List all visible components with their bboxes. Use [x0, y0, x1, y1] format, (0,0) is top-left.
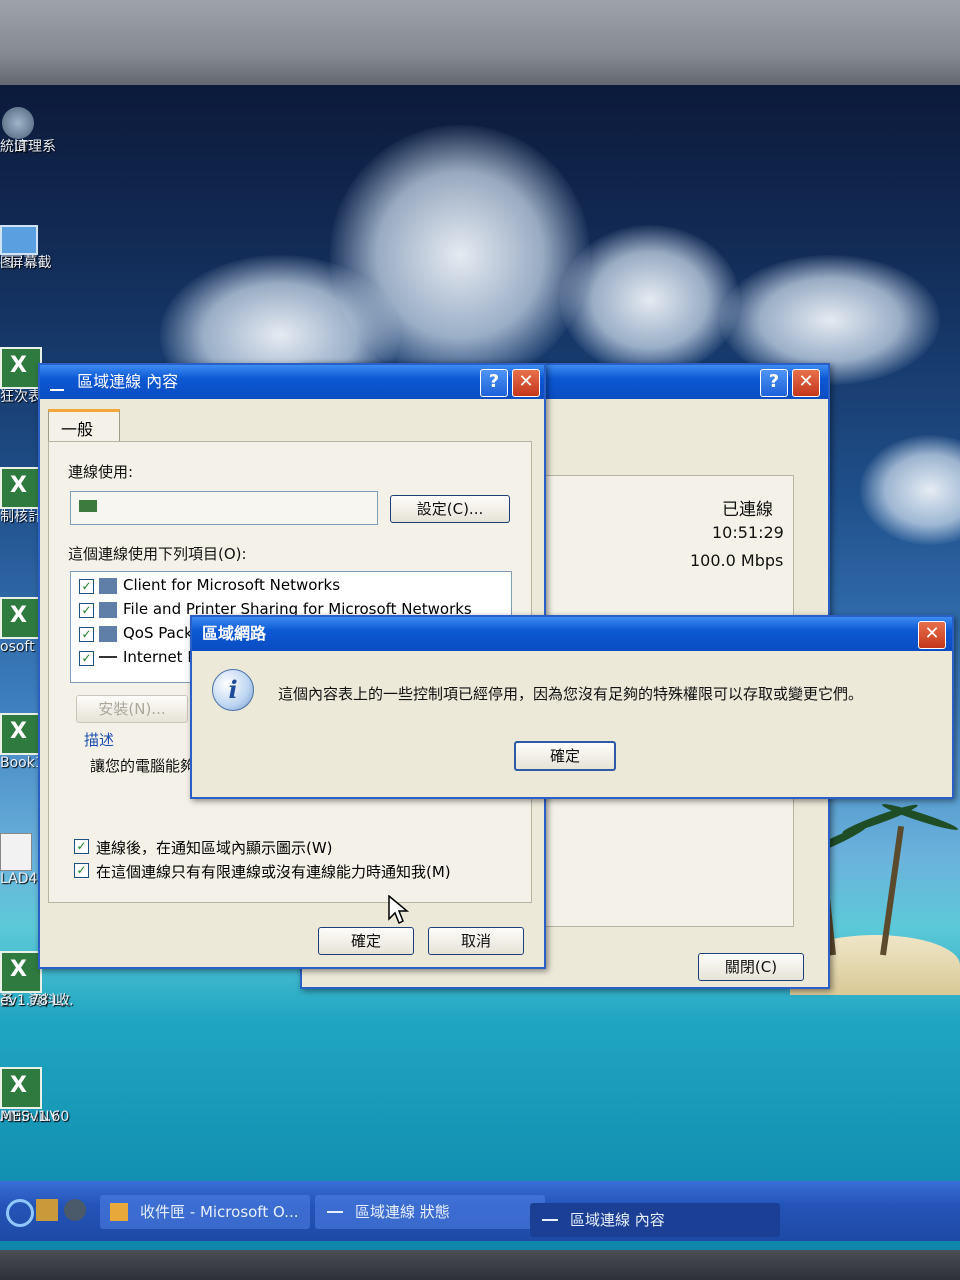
network-adapter-icon	[79, 500, 97, 512]
status-close-button[interactable]: 關閉(C)	[698, 953, 804, 981]
description-label: 描述	[84, 731, 115, 749]
speed-value: 100.0 Mbps	[690, 551, 784, 570]
taskbar: 收件匣 - Microsoft O... 區域連線 狀態 區域連線 內容	[0, 1181, 960, 1241]
checkbox-checked[interactable]: ✓	[74, 863, 89, 878]
taskbar-item-status[interactable]: 區域連線 狀態	[315, 1195, 545, 1229]
checkbox-checked[interactable]: ✓	[79, 579, 94, 594]
desktop-icon-excel-4[interactable]: AMP-INV MESv1.60	[0, 1067, 70, 1125]
install-button: 安裝(N)...	[76, 695, 188, 723]
client-icon	[99, 578, 117, 594]
network-connection-icon	[542, 1219, 558, 1221]
description-text: 讓您的電腦能夠	[90, 757, 196, 775]
excel-file-icon	[0, 347, 42, 389]
ie-quicklaunch-icon[interactable]	[6, 1199, 34, 1227]
checkbox-checked[interactable]: ✓	[74, 839, 89, 854]
cloud	[860, 435, 960, 545]
message-text: 這個內容表上的一些控制項已經停用，因為您沒有足夠的特殊權限可以存取或變更它們。	[278, 685, 864, 703]
information-icon: i	[212, 669, 254, 711]
qos-icon	[99, 626, 117, 642]
ok-button[interactable]: 確定	[318, 927, 414, 955]
network-connection-icon	[50, 375, 64, 391]
close-button[interactable]: ✕	[918, 621, 946, 649]
desktop-quicklaunch-icon[interactable]	[36, 1199, 58, 1221]
tab-general[interactable]: 一般	[48, 409, 120, 442]
desktop-icon-label: 統LT	[0, 139, 29, 155]
duration-value: 10:51:29	[712, 523, 784, 542]
network-cleanup-icon	[2, 107, 34, 139]
help-button[interactable]: ?	[480, 369, 508, 397]
monitor-bezel-top	[0, 0, 960, 90]
desktop-icon-label: MESv1.60	[0, 1109, 70, 1125]
excel-file-icon	[0, 951, 42, 993]
permission-message-box[interactable]: 區域網路 ✕ i 這個內容表上的一些控制項已經停用，因為您沒有足夠的特殊權限可以…	[190, 615, 954, 799]
connect-using-label: 連線使用:	[68, 463, 134, 481]
desktop-icon-cleanup[interactable]: 清理系 統LT	[0, 107, 70, 155]
sharing-icon	[99, 602, 117, 618]
configure-button[interactable]: 設定(C)...	[390, 495, 510, 523]
close-button[interactable]: ✕	[512, 369, 540, 397]
desktop-icon-label: 图	[0, 255, 14, 271]
cloud	[560, 225, 740, 375]
status-value: 已連線	[722, 500, 773, 520]
taskbar-item-properties[interactable]: 區域連線 內容	[530, 1203, 780, 1237]
adapter-field	[70, 491, 378, 525]
message-box-titlebar[interactable]: 區域網路 ✕	[192, 617, 952, 651]
checkbox-checked[interactable]: ✓	[79, 603, 94, 618]
properties-window-titlebar[interactable]: 區域連線 內容 ? ✕	[40, 365, 544, 399]
excel-file-icon	[0, 713, 42, 755]
excel-shortcut-icon	[0, 597, 42, 639]
media-quicklaunch-icon[interactable]	[64, 1199, 86, 1221]
message-ok-button[interactable]: 確定	[514, 741, 616, 771]
excel-file-icon	[0, 467, 42, 509]
mouse-cursor	[388, 895, 410, 925]
help-button[interactable]: ?	[760, 369, 788, 397]
screenshot-app-icon	[0, 225, 38, 255]
excel-file-icon	[0, 1067, 42, 1109]
checkbox-checked[interactable]: ✓	[79, 627, 94, 642]
taskbar-item-outlook[interactable]: 收件匣 - Microsoft O...	[100, 1195, 310, 1229]
window-title: 區域連線 內容	[77, 372, 179, 391]
desktop-icon-screenshot[interactable]: - 屏幕截 图	[0, 225, 70, 271]
protocol-icon	[99, 656, 117, 658]
message-box-title: 區域網路	[202, 624, 267, 643]
network-connection-icon	[327, 1211, 343, 1213]
cancel-button[interactable]: 取消	[428, 927, 524, 955]
items-label: 這個連線使用下列項目(O):	[68, 545, 247, 563]
document-icon	[0, 833, 32, 871]
checkbox-checked[interactable]: ✓	[79, 651, 94, 666]
desktop-icon-label: 制核計	[0, 509, 42, 525]
outlook-icon	[110, 1203, 128, 1221]
desktop-icon-label: ěv1.78 L...	[0, 993, 74, 1009]
desktop: 清理系 統LT - 屏幕截 图 狂次表 制核計 osoft E Book1 LA…	[0, 85, 960, 1255]
monitor-bezel-bottom	[0, 1250, 960, 1280]
desktop-icon-label: 狂次表	[0, 389, 42, 405]
close-button[interactable]: ✕	[792, 369, 820, 397]
